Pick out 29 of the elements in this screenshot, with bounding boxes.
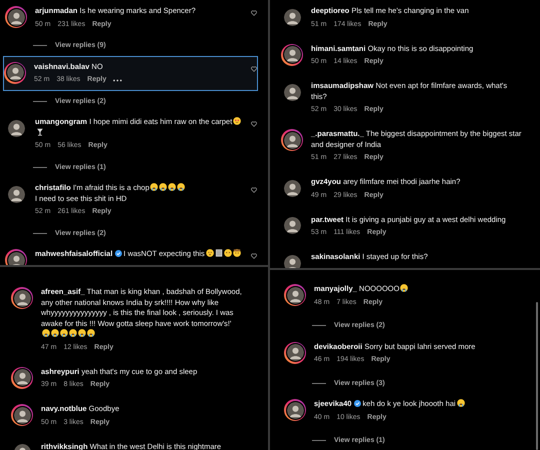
avatar — [286, 344, 304, 361]
smiley-face-icon — [233, 117, 242, 125]
crying-face-icon — [456, 399, 465, 407]
heart-icon[interactable] — [251, 187, 257, 193]
smiley-face-icon — [206, 249, 214, 257]
avatar — [8, 8, 24, 26]
heart-icon[interactable] — [251, 10, 257, 16]
avatar — [284, 46, 300, 63]
avatar — [8, 186, 24, 202]
avatar — [6, 64, 24, 81]
cocktail-glass-icon — [36, 128, 44, 136]
avatar — [286, 286, 304, 304]
avatar — [284, 217, 300, 234]
avatar — [14, 406, 30, 424]
avatar — [284, 180, 300, 196]
avatar — [284, 132, 300, 148]
more-icon[interactable] — [113, 78, 122, 82]
avatar — [14, 290, 30, 306]
heart-icon[interactable] — [251, 121, 257, 127]
avatar — [14, 369, 30, 386]
scrollbar[interactable] — [536, 302, 538, 450]
heart-icon[interactable] — [251, 253, 257, 259]
avatar — [284, 8, 300, 26]
avatar — [8, 120, 24, 136]
avatar — [286, 402, 304, 418]
document-icon — [214, 249, 223, 257]
heart-icon[interactable] — [251, 66, 257, 72]
avatar — [284, 84, 300, 100]
crying-face-icon — [400, 284, 408, 292]
